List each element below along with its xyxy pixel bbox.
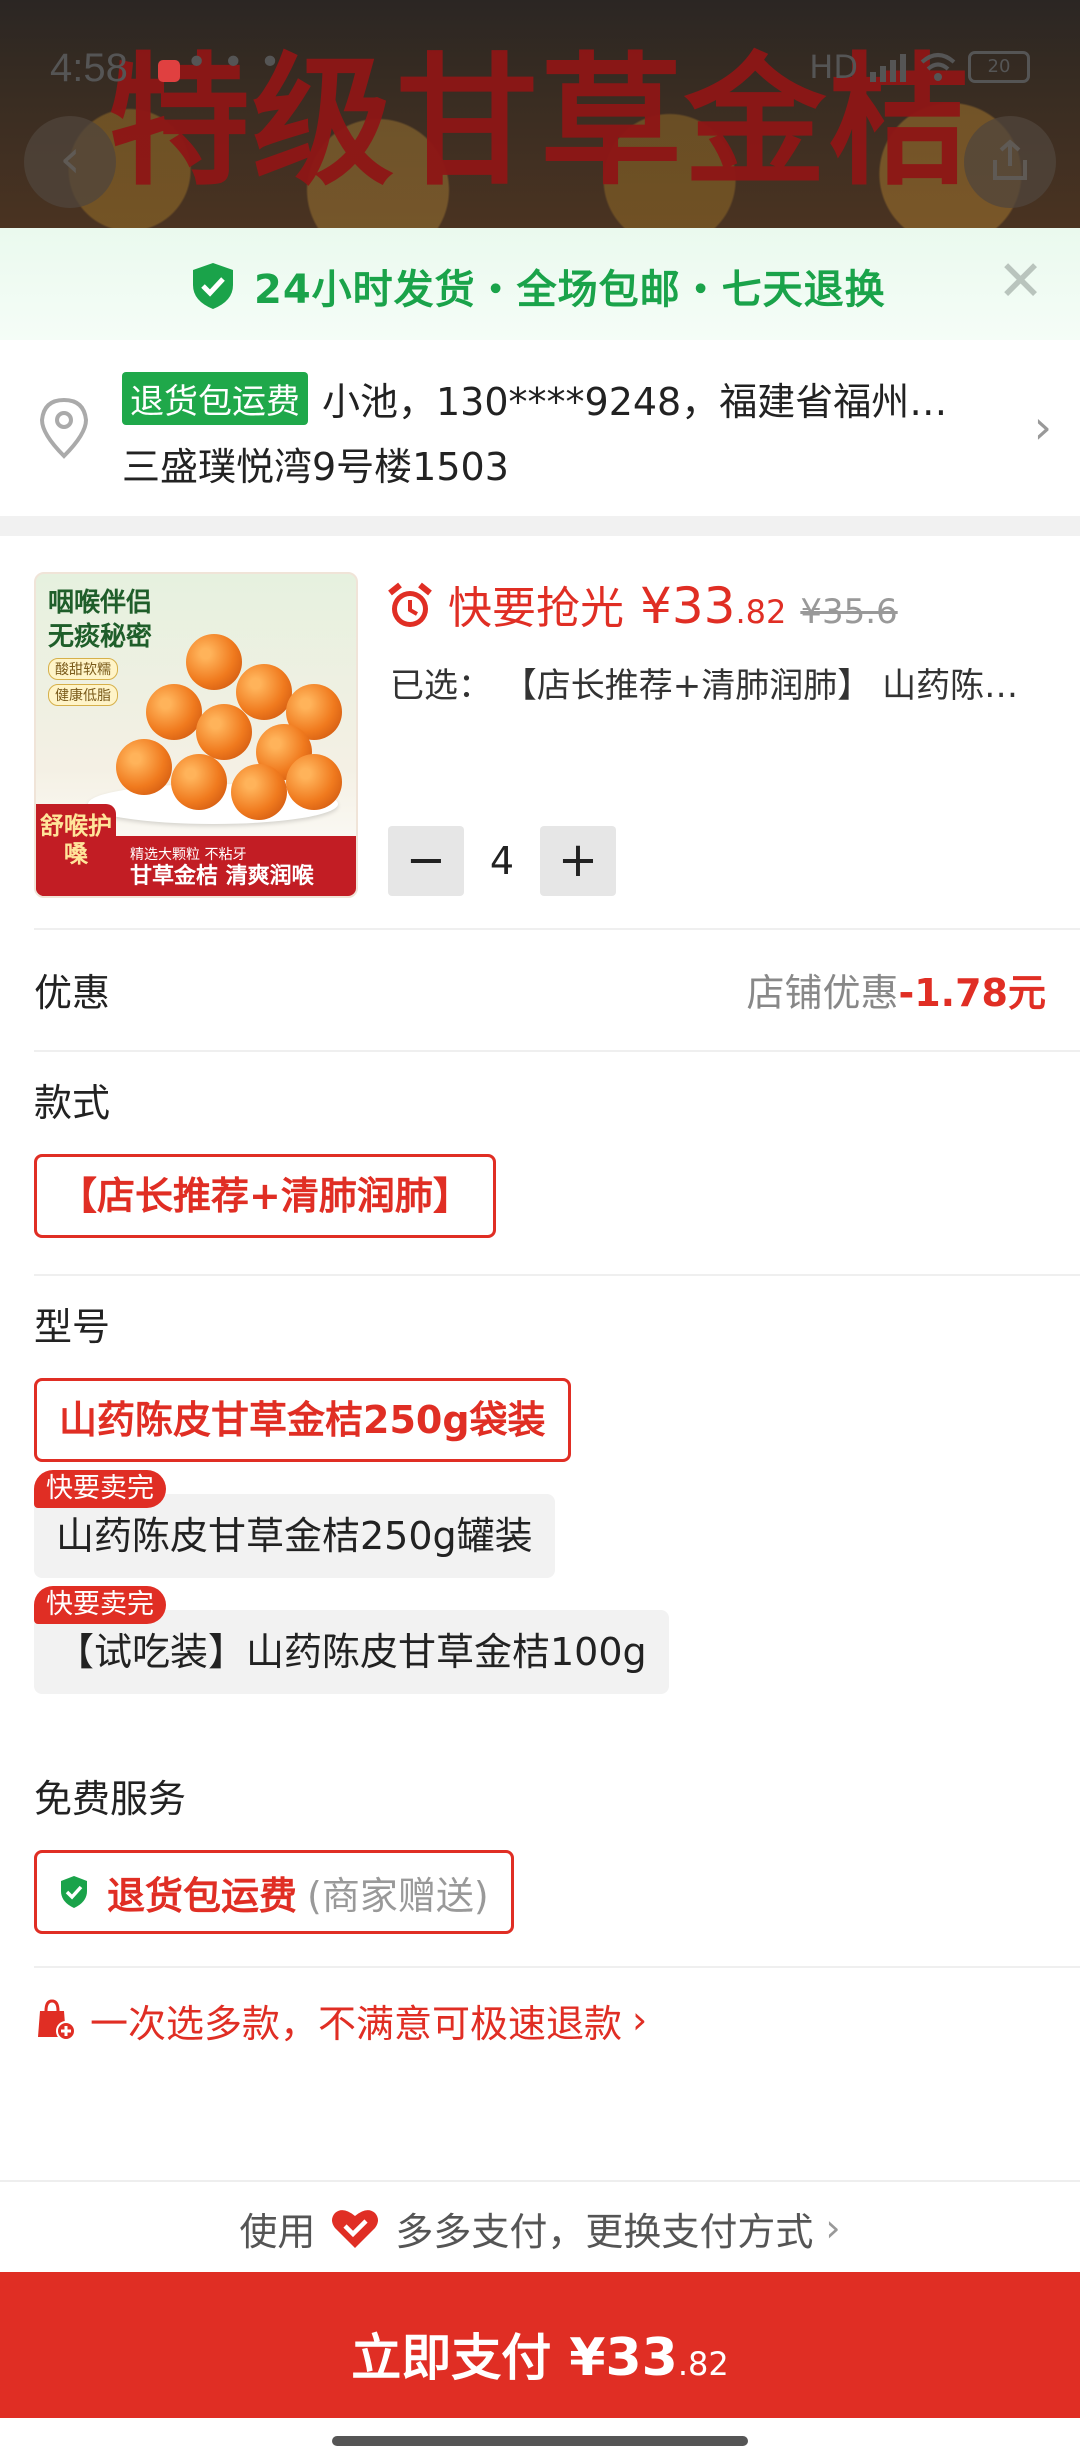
status-more-dots: • • •	[186, 42, 283, 83]
price-decimal: .82	[735, 593, 787, 631]
payment-method-selector[interactable]: 使用 多多支付，更换支付方式 ›	[0, 2196, 1080, 2260]
chevron-right-icon: ›	[1033, 400, 1052, 454]
network-label: HD	[809, 48, 858, 86]
chevron-right-icon: ›	[632, 1998, 648, 2042]
kumquat-image	[236, 664, 292, 720]
shopping-bag-plus-icon	[38, 1999, 76, 2041]
thumb-main-text: 甘草金桔 清爽润喉	[130, 864, 314, 889]
quantity-stepper: − 4 +	[388, 826, 616, 896]
address-line2: 三盛璞悦湾9号楼1503	[122, 445, 509, 489]
price-integer: 33	[671, 577, 736, 635]
product-banner: 特级甘草金桔 4:58 • • • HD 20 ‹	[0, 0, 1080, 228]
pay-currency: ¥	[569, 2328, 606, 2388]
pay-price-integer: 33	[605, 2328, 678, 2388]
kumquat-image	[116, 739, 172, 795]
section-divider	[0, 516, 1080, 536]
price-row: 快要抢光 ¥ 33 .82 ¥35.6	[386, 572, 898, 640]
model-option-selected[interactable]: 山药陈皮甘草金桔250g袋装	[34, 1378, 571, 1462]
model-section-label: 型号	[34, 1305, 111, 1349]
divider	[34, 1050, 1080, 1052]
return-shipping-tag: 退货包运费	[122, 371, 308, 425]
thumb-badge: 舒喉护嗓	[36, 804, 116, 896]
multi-select-refund-link[interactable]: 一次选多款，不满意可极速退款 ›	[34, 1990, 647, 2050]
decrease-button[interactable]: −	[388, 826, 464, 896]
kumquat-image	[171, 754, 227, 810]
signal-icon	[870, 54, 906, 82]
service-name: 退货包运费	[107, 1873, 298, 1918]
divider	[0, 2180, 1080, 2182]
discount-label: 优惠	[34, 971, 111, 1015]
guarantee-bar: 24小时发货・全场包邮・七天退换 ✕	[0, 228, 1080, 340]
battery-icon: 20	[968, 51, 1030, 83]
divider	[34, 1966, 1080, 1968]
service-note: (商家赠送)	[307, 1873, 489, 1918]
thumb-text-1: 咽喉伴侣	[48, 588, 153, 618]
service-section-label: 免费服务	[34, 1777, 187, 1821]
share-button[interactable]	[964, 116, 1056, 208]
thumb-tag-2: 健康低脂	[48, 684, 118, 706]
style-section-label: 款式	[34, 1081, 111, 1125]
location-pin-icon	[39, 397, 89, 459]
chevron-left-icon: ‹	[59, 127, 81, 190]
multi-select-text: 一次选多款，不满意可极速退款	[90, 2001, 623, 2046]
alarm-clock-icon	[388, 582, 432, 627]
close-icon[interactable]: ✕	[997, 252, 1044, 312]
increase-button[interactable]: +	[540, 826, 616, 896]
thumb-text-2: 无痰秘密	[48, 622, 153, 652]
service-option-return-shipping[interactable]: 退货包运费 (商家赠送)	[34, 1850, 514, 1934]
price-currency: ¥	[640, 577, 672, 635]
pay-now-label: 立即支付	[351, 2329, 552, 2387]
original-price: ¥35.6	[800, 592, 898, 632]
wifi-icon	[920, 53, 956, 81]
status-bar: 4:58 • • • HD 20	[0, 40, 1080, 100]
address-contact: 小池，130****9248，福建省福州市闽…	[322, 379, 982, 424]
shop-discount[interactable]: 店铺优惠-1.78元	[746, 962, 1046, 1017]
status-time: 4:58	[50, 46, 128, 90]
sellout-badge: 快要卖完	[34, 1586, 166, 1624]
back-button[interactable]: ‹	[24, 116, 116, 208]
quantity-value[interactable]: 4	[464, 839, 540, 883]
duoduo-pay-heart-icon	[332, 2210, 379, 2248]
sellout-badge: 快要卖完	[34, 1470, 166, 1508]
divider	[34, 1274, 1080, 1276]
product-thumbnail[interactable]: 咽喉伴侣 无痰秘密 酸甜软糯 健康低脂 舒喉护嗓 精选大颗粒 不粘牙 甘草金桔 …	[34, 572, 358, 898]
payment-prefix: 使用	[239, 2209, 316, 2254]
notification-icon	[158, 60, 180, 82]
shop-discount-label: 店铺优惠	[746, 971, 899, 1015]
home-indicator[interactable]	[332, 2436, 748, 2446]
pay-price-decimal: .82	[677, 2345, 729, 2383]
kumquat-image	[146, 684, 202, 740]
urgency-label: 快要抢光	[448, 583, 624, 634]
kumquat-image	[196, 704, 252, 760]
chevron-right-icon: ›	[825, 2206, 841, 2250]
selected-variant: 已选： 【店长推荐+清肺润肺】 山药陈…	[390, 666, 1019, 706]
address-line1: 退货包运费 小池，130****9248，福建省福州市闽…	[122, 370, 982, 426]
shield-check-icon	[193, 263, 233, 309]
kumquat-image	[186, 634, 242, 690]
address-selector[interactable]: 退货包运费 小池，130****9248，福建省福州市闽… 三盛璞悦湾9号楼15…	[0, 340, 1080, 516]
thumb-tag-1: 酸甜软糯	[48, 658, 118, 680]
divider	[34, 928, 1080, 930]
pay-now-button[interactable]: 立即支付 ¥ 33 .82	[0, 2272, 1080, 2418]
shield-check-icon	[61, 1876, 87, 1908]
kumquat-image	[286, 754, 342, 810]
status-indicators: HD 20	[809, 48, 1030, 86]
discount-value: -1.78元	[898, 971, 1046, 1015]
share-icon	[993, 139, 1027, 180]
kumquat-image	[231, 764, 287, 820]
guarantee-text: 24小时发货・全场包邮・七天退换	[254, 267, 886, 313]
payment-method-text: 多多支付，更换支付方式	[395, 2209, 814, 2254]
guarantee-content: 24小时发货・全场包邮・七天退换	[190, 256, 886, 316]
style-option-selected[interactable]: 【店长推荐+清肺润肺】	[34, 1154, 496, 1238]
